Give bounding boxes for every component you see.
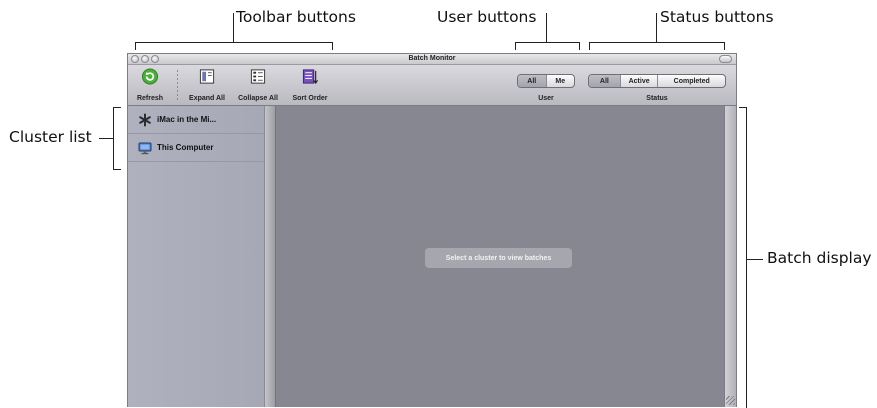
toolbar-callout-line (233, 13, 235, 43)
vertical-scrollbar[interactable] (724, 106, 736, 407)
batch-display: Select a cluster to view batches (276, 106, 724, 407)
expand-all-button[interactable]: Expand All (184, 65, 230, 106)
cluster-label: iMac in the Mi... (157, 115, 217, 124)
expand-all-icon (199, 69, 215, 84)
window-title: Batch Monitor (408, 55, 456, 62)
toolbar-bracket (135, 42, 333, 50)
user-filter-caption: User (538, 95, 554, 102)
status-filter-segmented: All Active Completed (588, 74, 726, 88)
status-bracket (589, 42, 725, 50)
status-buttons-callout: Status buttons (660, 8, 774, 26)
toolbar-separator (177, 70, 178, 101)
resize-grip[interactable] (726, 396, 735, 405)
cluster-list-item[interactable]: iMac in the Mi... (128, 106, 264, 134)
batch-monitor-window: Batch Monitor Refresh Expand All Collaps… (127, 53, 737, 407)
user-filter-segmented: All Me (517, 74, 575, 88)
refresh-button[interactable]: Refresh (132, 65, 168, 106)
sort-order-icon (302, 69, 319, 85)
refresh-label: Refresh (136, 95, 164, 102)
status-callout-line (656, 13, 658, 43)
user-bracket (515, 42, 580, 50)
cluster-label: This Computer (157, 143, 214, 152)
toolbar-toggle-button[interactable] (719, 55, 732, 63)
sort-order-button[interactable]: Sort Order (288, 65, 332, 106)
cluster-callout-line (99, 138, 113, 140)
collapse-all-button[interactable]: Collapse All (233, 65, 283, 106)
cluster-list-item[interactable]: This Computer (128, 134, 264, 162)
computer-monitor-icon (138, 142, 152, 155)
status-active-button[interactable]: Active (621, 75, 659, 87)
sort-order-label: Sort Order (292, 95, 328, 102)
cluster-bracket (113, 107, 121, 170)
toolbar-buttons-callout: Toolbar buttons (236, 8, 356, 26)
cluster-list-callout: Cluster list (9, 128, 92, 146)
cluster-list: iMac in the Mi... This Computer (128, 106, 265, 407)
user-all-button[interactable]: All (518, 75, 547, 87)
user-callout-line (546, 13, 548, 43)
user-buttons-callout: User buttons (437, 8, 537, 26)
title-bar[interactable]: Batch Monitor (128, 54, 736, 65)
expand-all-label: Expand All (189, 95, 225, 102)
batch-callout-line (747, 259, 763, 261)
batch-bracket (739, 107, 747, 408)
collapse-all-icon (250, 69, 266, 84)
toolbar: Refresh Expand All Collapse All Sort Ord… (128, 65, 736, 106)
empty-state-message: Select a cluster to view batches (425, 248, 572, 268)
collapse-all-label: Collapse All (238, 95, 278, 102)
sidebar-splitter[interactable] (265, 106, 276, 407)
refresh-icon (141, 68, 159, 85)
batch-display-callout: Batch display (767, 249, 872, 267)
user-me-button[interactable]: Me (547, 75, 575, 87)
status-filter-caption: Status (646, 95, 668, 102)
status-completed-button[interactable]: Completed (658, 75, 725, 87)
cluster-asterisk-icon (139, 113, 151, 127)
status-all-button[interactable]: All (589, 75, 621, 87)
